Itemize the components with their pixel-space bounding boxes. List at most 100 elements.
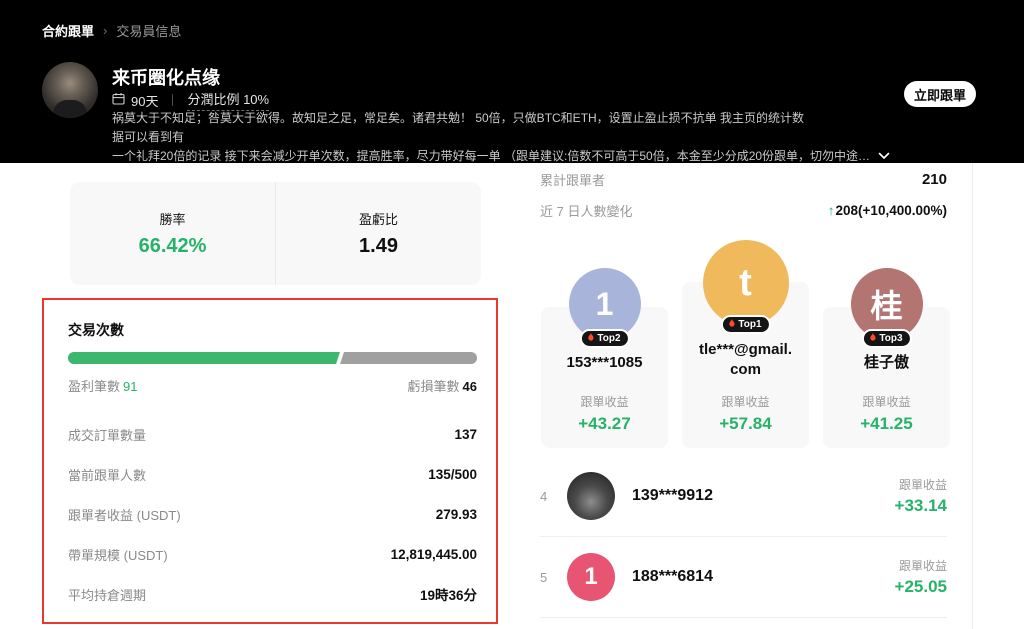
trader-name: 来币圈化点缘 bbox=[112, 64, 220, 90]
profit-label: 跟單收益 bbox=[895, 557, 947, 574]
breadcrumb-current: 交易員信息 bbox=[116, 21, 181, 40]
avatar: 1 bbox=[567, 553, 615, 601]
win-loss-counts: 盈利筆數91 虧損筆數46 bbox=[68, 376, 477, 395]
fact-row-order-count: 成交訂單數量 137 bbox=[68, 414, 477, 454]
fact-row-current-followers: 當前跟單人數 135/500 bbox=[68, 454, 477, 494]
follower-name: 桂子傲 bbox=[864, 353, 909, 373]
fact-row-avg-holding: 平均持倉週期 19時36分 bbox=[68, 574, 477, 614]
winrate-label: 勝率 bbox=[159, 209, 185, 228]
podium-profit-block: 跟單收益 +41.25 bbox=[860, 393, 912, 448]
calendar-icon bbox=[112, 92, 125, 108]
fact-value: 137 bbox=[454, 427, 477, 442]
rank-badge-top1: Top1 bbox=[720, 315, 770, 334]
avatar-photo bbox=[567, 472, 615, 520]
rank-badge-label: Top3 bbox=[879, 333, 902, 344]
winrate-card: 勝率 66.42% 盈虧比 1.49 bbox=[70, 182, 481, 285]
description-line-1: 祸莫大于不知足；咎莫大于欲得。故知足之足，常足矣。诸君共勉！ 50倍，只做BTC… bbox=[112, 109, 812, 147]
loss-count-value: 46 bbox=[463, 379, 477, 394]
fact-value: 135/500 bbox=[428, 467, 477, 482]
avatar: t bbox=[703, 240, 789, 326]
podium-card-top1: t Top1 tle***@gmail.com 跟單收益 +57.84 bbox=[682, 282, 809, 448]
scroll-divider bbox=[972, 163, 973, 629]
fact-value: 19時36分 bbox=[420, 584, 477, 604]
profit-value: +41.25 bbox=[860, 414, 912, 434]
profit-value: +33.14 bbox=[895, 496, 947, 516]
row-profit-block: 跟單收益 +25.05 bbox=[895, 557, 947, 597]
fact-row-follower-pnl: 跟單者收益 (USDT) 279.93 bbox=[68, 494, 477, 534]
rank-badge-label: Top1 bbox=[738, 319, 761, 330]
follow-now-button[interactable]: 立即跟單 bbox=[904, 81, 976, 107]
rank-number: 4 bbox=[540, 489, 567, 504]
winrate-block: 勝率 66.42% bbox=[70, 182, 275, 285]
trader-info-page: 合約跟單 › 交易員信息 来币圈化点缘 90天 分潤比例 10% 祸莫大于不知足… bbox=[0, 0, 1024, 629]
rank-badge-top3: Top3 bbox=[861, 329, 911, 348]
pl-ratio-value: 1.49 bbox=[359, 235, 398, 258]
up-arrow-icon: ↑ bbox=[828, 203, 835, 218]
breadcrumb: 合約跟單 › 交易員信息 bbox=[42, 21, 181, 40]
followers-change-number: 208(+10,400.00%) bbox=[836, 203, 947, 218]
followers-change-value: ↑208(+10,400.00%) bbox=[828, 203, 947, 218]
podium-card-top2: 1 Top2 153***1085 跟單收益 +43.27 bbox=[541, 307, 668, 448]
fact-row-lead-volume: 帶單規模 (USDT) 12,819,445.00 bbox=[68, 534, 477, 574]
profit-label: 跟單收益 bbox=[895, 476, 947, 493]
pl-ratio-label: 盈虧比 bbox=[359, 209, 398, 228]
followers-change-label: 近 7 日人數變化 bbox=[540, 201, 632, 220]
profit-label: 跟單收益 bbox=[578, 393, 630, 410]
trader-meta: 90天 分潤比例 10% bbox=[112, 89, 269, 111]
description-line-2: 一个礼拜20倍的记录 接下来会减少开单次数，提高胜率，尽力带好每一单 （跟单建议… bbox=[112, 149, 870, 163]
trader-description: 祸莫大于不知足；咎莫大于欲得。故知足之足，常足矣。诸君共勉！ 50倍，只做BTC… bbox=[112, 109, 812, 166]
trade-count-title: 交易次數 bbox=[68, 320, 124, 340]
profit-value: +25.05 bbox=[895, 577, 947, 597]
podium-profit-block: 跟單收益 +57.84 bbox=[719, 393, 771, 448]
flame-icon bbox=[586, 332, 594, 345]
loss-count-block: 虧損筆數46 bbox=[408, 376, 477, 395]
follower-row-4: 4 139***9912 跟單收益 +33.14 bbox=[540, 456, 947, 537]
winrate-value: 66.42% bbox=[139, 235, 207, 258]
meta-divider bbox=[172, 94, 173, 106]
loss-count-label: 虧損筆數 bbox=[408, 379, 460, 394]
podium-profit-block: 跟單收益 +43.27 bbox=[578, 393, 630, 448]
follower-name: tle***@gmail.com bbox=[696, 340, 796, 380]
trader-facts-list: 成交訂單數量 137 當前跟單人數 135/500 跟單者收益 (USDT) 2… bbox=[68, 414, 477, 614]
profit-label: 跟單收益 bbox=[860, 393, 912, 410]
win-count-value: 91 bbox=[123, 379, 137, 394]
fact-label: 平均持倉週期 bbox=[68, 585, 146, 604]
followers-change-row: 近 7 日人數變化 ↑208(+10,400.00%) bbox=[540, 201, 947, 220]
win-count-label: 盈利筆數 bbox=[68, 379, 120, 394]
follower-row-5: 5 1 188***6814 跟單收益 +25.05 bbox=[540, 537, 947, 618]
fact-label: 成交訂單數量 bbox=[68, 425, 146, 444]
trading-days: 90天 bbox=[131, 91, 158, 110]
follower-name: 188***6814 bbox=[632, 568, 713, 586]
win-count-block: 盈利筆數91 bbox=[68, 376, 137, 395]
breadcrumb-separator: › bbox=[103, 23, 107, 38]
row-profit-block: 跟單收益 +33.14 bbox=[895, 476, 947, 516]
fact-value: 279.93 bbox=[436, 507, 477, 522]
profit-value: +57.84 bbox=[719, 414, 771, 434]
header: 合約跟單 › 交易員信息 来币圈化点缘 90天 分潤比例 10% 祸莫大于不知足… bbox=[0, 0, 1024, 163]
profit-value: +43.27 bbox=[578, 414, 630, 434]
pl-ratio-block: 盈虧比 1.49 bbox=[275, 182, 481, 285]
fact-label: 帶單規模 (USDT) bbox=[68, 545, 168, 564]
profit-label: 跟單收益 bbox=[719, 393, 771, 410]
flame-icon bbox=[727, 318, 735, 331]
breadcrumb-root-link[interactable]: 合約跟單 bbox=[42, 21, 94, 40]
follower-ranking-list: 4 139***9912 跟單收益 +33.14 5 1 188***6814 … bbox=[540, 456, 947, 618]
profit-share-ratio[interactable]: 分潤比例 10% bbox=[187, 89, 269, 111]
total-followers-row: 累計跟單者 210 bbox=[540, 170, 947, 189]
rank-badge-top2: Top2 bbox=[579, 329, 629, 348]
fact-value: 12,819,445.00 bbox=[391, 547, 477, 562]
total-followers-value: 210 bbox=[922, 171, 947, 188]
fact-label: 跟單者收益 (USDT) bbox=[68, 505, 181, 524]
flame-icon bbox=[868, 332, 876, 345]
rank-number: 5 bbox=[540, 570, 567, 585]
win-loss-progress-bar bbox=[68, 352, 477, 364]
podium-card-top3: 桂 Top3 桂子傲 跟單收益 +41.25 bbox=[823, 307, 950, 448]
fact-label: 當前跟單人數 bbox=[68, 465, 146, 484]
win-portion-bar bbox=[68, 352, 340, 364]
trader-avatar bbox=[42, 62, 98, 118]
follower-name: 139***9912 bbox=[632, 487, 713, 505]
total-followers-label: 累計跟單者 bbox=[540, 170, 605, 189]
follower-name: 153***1085 bbox=[567, 353, 643, 373]
chevron-down-icon[interactable] bbox=[878, 147, 890, 166]
rank-badge-label: Top2 bbox=[597, 333, 620, 344]
